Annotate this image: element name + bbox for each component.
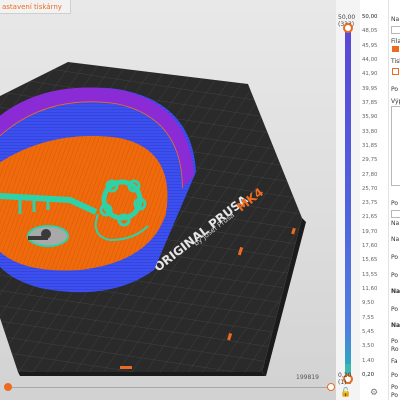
preview-scene: ORIGINAL PRUSA MK4 by Josef Prusa	[0, 62, 306, 376]
tab-printer-settings[interactable]: astavení tiskárny	[0, 0, 71, 14]
move-slider[interactable]	[4, 382, 335, 394]
sidebar-label: Po	[391, 392, 399, 399]
sidebar-label: Po	[391, 86, 399, 93]
layer-tick-label: 19,70	[362, 228, 378, 235]
sidebar-label: Po	[391, 338, 399, 345]
sidebar-label: Na	[391, 16, 400, 23]
sidebar-label: Na	[391, 220, 400, 227]
sidebar-label: Po	[391, 272, 399, 279]
layer-tick-label: 23,75	[362, 200, 378, 207]
layer-bottom-index: (1)	[338, 379, 347, 386]
layer-tick-label: 7,55	[362, 314, 375, 321]
layer-slider[interactable]: 50,00 (333) 0,20 (1) 🔓	[336, 0, 360, 400]
layer-slider-upper-handle[interactable]	[343, 23, 353, 33]
layer-tick-label: 9,50	[362, 300, 375, 307]
layer-tick-label: 27,80	[362, 171, 378, 178]
print-settings-dropdown[interactable]	[391, 26, 400, 34]
tab-strip: astavení tiskárny	[0, 0, 360, 14]
right-settings-sidebar: NaFilaTiskPoVýpPoNaNaPoPoNaPoNaPoRoFaPoP…	[388, 0, 400, 400]
sidebar-label: Výp	[391, 98, 400, 105]
move-slider-readout: 199819	[296, 374, 319, 381]
layer-tick-label: 11,60	[362, 286, 378, 293]
layer-tick-label: 48,05	[362, 28, 378, 35]
export-dropdown[interactable]	[391, 210, 400, 218]
layer-tick-label: 0,20	[362, 372, 375, 378]
sidebar-label: Fa	[391, 358, 398, 365]
printer-settings-checkbox[interactable]	[392, 68, 399, 75]
sidebar-label: Tisk	[391, 58, 400, 65]
layer-tick-label: 45,95	[362, 42, 378, 49]
sidebar-label: Fila	[391, 38, 400, 45]
layer-tick-label: 44,00	[362, 56, 378, 63]
layer-slider-bottom-label: 0,20 (1)	[338, 372, 351, 386]
layer-tick-label: 13,55	[362, 271, 378, 278]
layer-height-ticks: ⚙ 50,00 48,05 45,95 44,00 41,90 39,95 37,85 35,…	[362, 0, 388, 400]
filament-color-swatch[interactable]	[392, 46, 399, 52]
move-slider-left-handle[interactable]	[4, 383, 12, 391]
layer-tick-label: 25,70	[362, 185, 378, 192]
gear-icon[interactable]: ⚙	[370, 388, 378, 398]
sidebar-label: Na	[391, 236, 400, 243]
move-slider-right-handle[interactable]	[327, 383, 335, 391]
lock-icon[interactable]: 🔓	[340, 388, 351, 398]
layer-tick-label: 33,80	[362, 128, 378, 135]
layer-tick-label: 39,95	[362, 85, 378, 92]
sidebar-label: Po	[391, 384, 399, 391]
layer-tick-label: 21,65	[362, 214, 378, 221]
layer-tick-label: 5,45	[362, 329, 375, 336]
layer-tick-label: 50,00	[362, 14, 378, 20]
layer-bottom-value: 0,20	[338, 372, 352, 379]
move-slider-track	[4, 387, 334, 388]
layer-slider-fill	[345, 30, 351, 364]
layer-tick-label: 29,75	[362, 157, 378, 164]
sidebar-label: Po	[391, 306, 399, 313]
sidebar-label: Po	[391, 200, 399, 207]
keyhole-feature	[27, 225, 69, 247]
layer-tick-label: 17,60	[362, 243, 378, 250]
sidebar-label: Na	[391, 288, 400, 295]
sidebar-label: Po	[391, 372, 399, 379]
layer-tick-label: 35,90	[362, 114, 378, 121]
sidebar-label: Na	[391, 322, 400, 329]
sidebar-label: Po	[391, 254, 399, 261]
layer-tick-label: 1,40	[362, 357, 375, 364]
3d-preview-viewport[interactable]: ORIGINAL PRUSA MK4 by Josef Prusa astave…	[0, 0, 360, 400]
layer-top-value: 50,00	[338, 14, 356, 21]
layer-tick-label: 3,50	[362, 343, 375, 350]
layer-tick-label: 31,85	[362, 142, 378, 149]
layer-tick-label: 41,90	[362, 71, 378, 78]
layer-tick-label: 37,85	[362, 99, 378, 106]
sidebar-label: Ro	[391, 346, 399, 353]
settings-panel-box	[391, 106, 400, 186]
layer-tick-label: 15,65	[362, 257, 378, 264]
